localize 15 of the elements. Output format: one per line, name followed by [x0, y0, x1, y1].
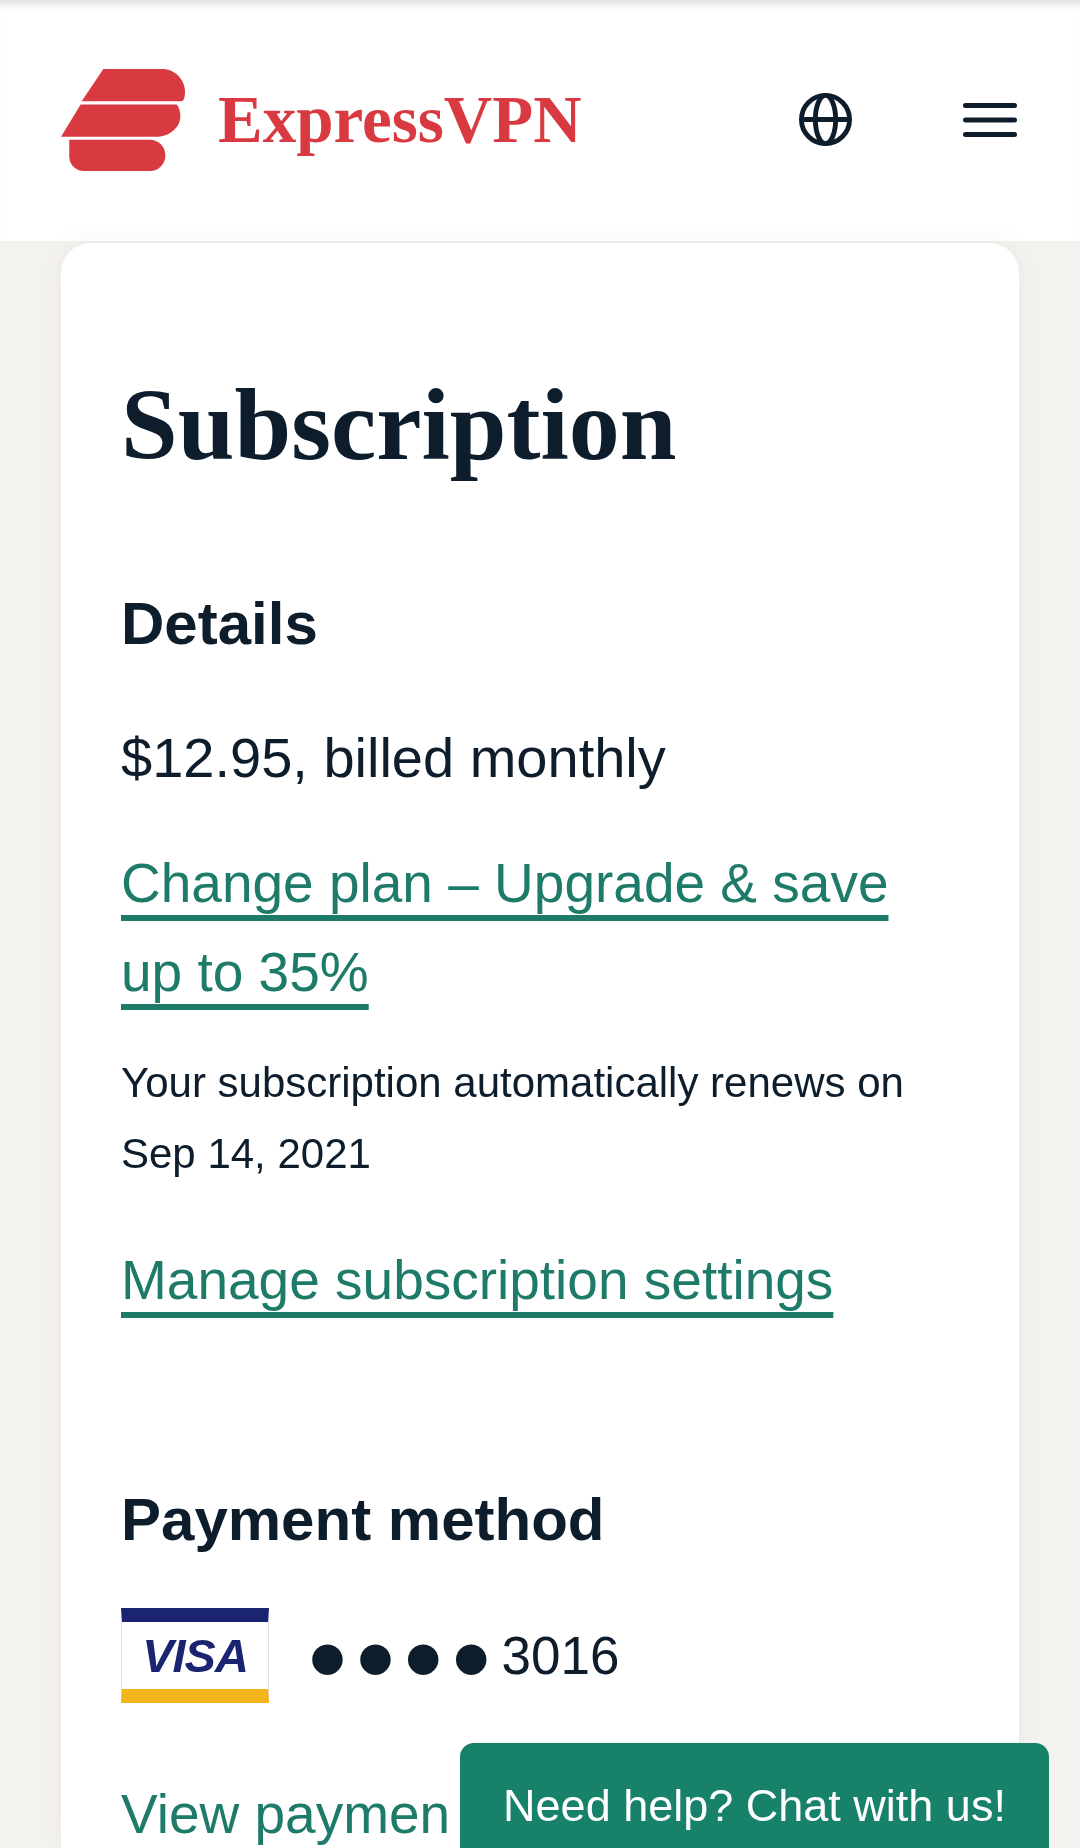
page-title: Subscription: [121, 367, 678, 483]
section-heading: Details: [121, 589, 319, 659]
card-last-digits: 3016: [501, 1629, 620, 1682]
change-plan-link[interactable]: Change plan – Upgrade & save up to 35%: [121, 839, 936, 1017]
plan-price: $12.95, billed monthly: [121, 725, 667, 791]
menu-icon[interactable]: [963, 102, 1017, 137]
chat-button[interactable]: Need help? Chat with us!: [460, 1743, 1049, 1848]
section-heading: Payment method: [121, 1485, 606, 1555]
card-number-mask: ●●●●: [310, 1635, 502, 1676]
manage-subscription-link[interactable]: Manage subscription settings: [121, 1236, 834, 1325]
payment-history-link[interactable]: View paymen: [121, 1783, 451, 1845]
card-brand-logo: VISA: [121, 1608, 269, 1703]
logo-icon[interactable]: [61, 68, 185, 171]
globe-icon[interactable]: [799, 93, 852, 146]
renewal-note: Your subscription automatically renews on Sep 14, 2021: [121, 1058, 905, 1179]
